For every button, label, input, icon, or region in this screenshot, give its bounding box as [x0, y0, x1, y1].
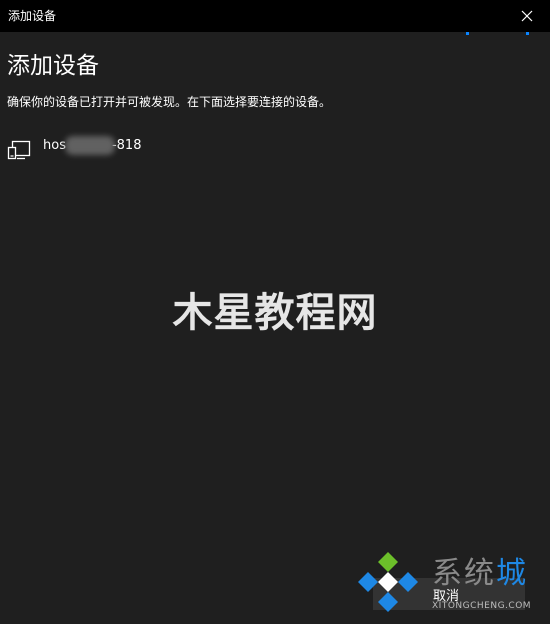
redacted-blur	[65, 136, 115, 155]
page-title: 添加设备	[7, 53, 99, 79]
device-name-end: -818	[111, 138, 142, 153]
site-name-accent: 城	[496, 556, 528, 591]
device-icon	[7, 140, 31, 160]
close-button[interactable]	[504, 0, 550, 32]
instruction-text: 确保你的设备已打开并可被发现。在下面选择要连接的设备。	[7, 95, 332, 109]
device-name-start: hos	[43, 138, 66, 153]
site-name: 系统城	[432, 556, 528, 592]
progress-dot	[466, 32, 469, 35]
site-name-gray: 系统	[432, 556, 496, 591]
window-title: 添加设备	[8, 9, 57, 23]
device-list-item[interactable]: hos -818	[0, 131, 550, 165]
add-device-dialog: 添加设备 添加设备 确保你的设备已打开并可被发现。在下面选择要连接的设备。 ho…	[0, 0, 550, 624]
watermark-text: 木星教程网	[172, 290, 378, 336]
progress-indicator	[0, 32, 550, 35]
title-bar: 添加设备	[0, 0, 550, 32]
close-icon	[521, 10, 533, 22]
diamond-logo-icon	[358, 552, 418, 612]
site-url: XITONGCHENG.COM	[432, 601, 532, 611]
progress-dot	[526, 32, 529, 35]
